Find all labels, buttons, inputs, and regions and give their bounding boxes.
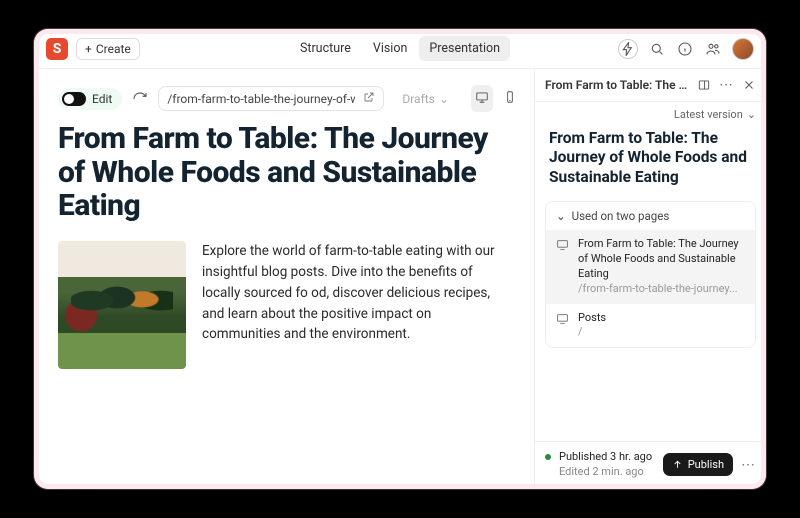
reload-icon[interactable] (132, 90, 148, 108)
chevron-down-icon: ⌄ (556, 209, 566, 223)
drafts-selector[interactable]: Drafts ⌄ (394, 88, 457, 110)
device-desktop[interactable] (471, 85, 493, 112)
app-logo[interactable]: S (46, 38, 68, 60)
top-right-actions (618, 38, 754, 60)
chevron-down-icon: ⌄ (439, 92, 449, 106)
body-area: Edit /from-farm-to-table-the-journey-of-… (34, 69, 766, 489)
usage-box: ⌄ Used on two pages From Farm to Table: … (545, 201, 756, 348)
side-panel: From Farm to Table: The Jou... ⋯ Latest … (534, 69, 766, 489)
hero-image[interactable] (58, 241, 186, 369)
edited-label: Edited 2 min. ago (559, 465, 655, 479)
page-title[interactable]: From Farm to Table: The Journey of Whole… (58, 122, 510, 223)
panel-header: From Farm to Table: The Jou... ⋯ (535, 69, 766, 102)
plus-icon: + (85, 42, 92, 56)
tab-presentation[interactable]: Presentation (419, 36, 510, 61)
app-window: S + Create Structure Vision Presentation (34, 29, 766, 489)
page-icon (556, 312, 570, 341)
published-label: Published 3 hr. ago (559, 450, 655, 464)
create-label: Create (96, 42, 131, 56)
panel-layout-icon[interactable] (697, 78, 711, 92)
tab-vision[interactable]: Vision (363, 36, 418, 61)
toggle-switch-icon (62, 92, 86, 106)
page-icon (556, 238, 570, 296)
url-field[interactable]: /from-farm-to-table-the-journey-of-wl (158, 86, 384, 111)
edit-toggle[interactable]: Edit (58, 88, 122, 110)
search-icon[interactable] (648, 40, 666, 58)
panel-close-icon[interactable] (742, 78, 756, 92)
main-editor: Edit /from-farm-to-table-the-journey-of-… (34, 69, 534, 489)
footer-more-icon[interactable]: ⋯ (741, 457, 756, 473)
panel-title: From Farm to Table: The Journey of Whole… (535, 127, 766, 197)
editor-toolbar: Edit /from-farm-to-table-the-journey-of-… (58, 85, 510, 122)
usage-item-title: Posts (578, 311, 745, 326)
open-external-icon[interactable] (363, 91, 375, 106)
usage-header[interactable]: ⌄ Used on two pages (546, 202, 755, 230)
chevron-down-icon: ⌄ (747, 108, 756, 121)
status-dot-icon (545, 454, 551, 460)
status-text: Published 3 hr. ago Edited 2 min. ago (559, 450, 655, 479)
edit-label: Edit (92, 92, 112, 106)
usage-item-path: /from-farm-to-table-the-journey... (578, 282, 745, 297)
usage-item[interactable]: Posts / (546, 304, 755, 348)
nav-tabs: Structure Vision Presentation (290, 36, 510, 61)
panel-footer: Published 3 hr. ago Edited 2 min. ago Pu… (535, 441, 766, 489)
create-button[interactable]: + Create (76, 38, 140, 60)
usage-item-path: / (578, 325, 745, 340)
tab-structure[interactable]: Structure (290, 36, 361, 61)
publish-button[interactable]: Publish (663, 453, 733, 476)
device-mobile[interactable] (499, 85, 521, 112)
bolt-icon[interactable] (618, 39, 638, 59)
version-selector[interactable]: Latest version ⌄ (535, 102, 766, 127)
version-label: Latest version (674, 108, 743, 121)
usage-item[interactable]: From Farm to Table: The Journey of Whole… (546, 230, 755, 303)
avatar[interactable] (732, 38, 754, 60)
top-bar: S + Create Structure Vision Presentation (34, 29, 766, 69)
users-icon[interactable] (704, 40, 722, 58)
content-row: Explore the world of farm-to-table eatin… (58, 241, 510, 369)
url-text: /from-farm-to-table-the-journey-of-wl (167, 92, 355, 106)
drafts-label: Drafts (402, 92, 435, 106)
page-description[interactable]: Explore the world of farm-to-table eatin… (202, 241, 510, 369)
upload-icon (672, 459, 683, 470)
publish-label: Publish (688, 458, 724, 471)
panel-more-icon[interactable]: ⋯ (719, 77, 734, 93)
usage-item-title: From Farm to Table: The Journey of Whole… (578, 237, 745, 282)
info-icon[interactable] (676, 40, 694, 58)
panel-header-title: From Farm to Table: The Jou... (545, 78, 689, 92)
usage-label: Used on two pages (572, 209, 670, 223)
device-switcher (471, 85, 521, 112)
